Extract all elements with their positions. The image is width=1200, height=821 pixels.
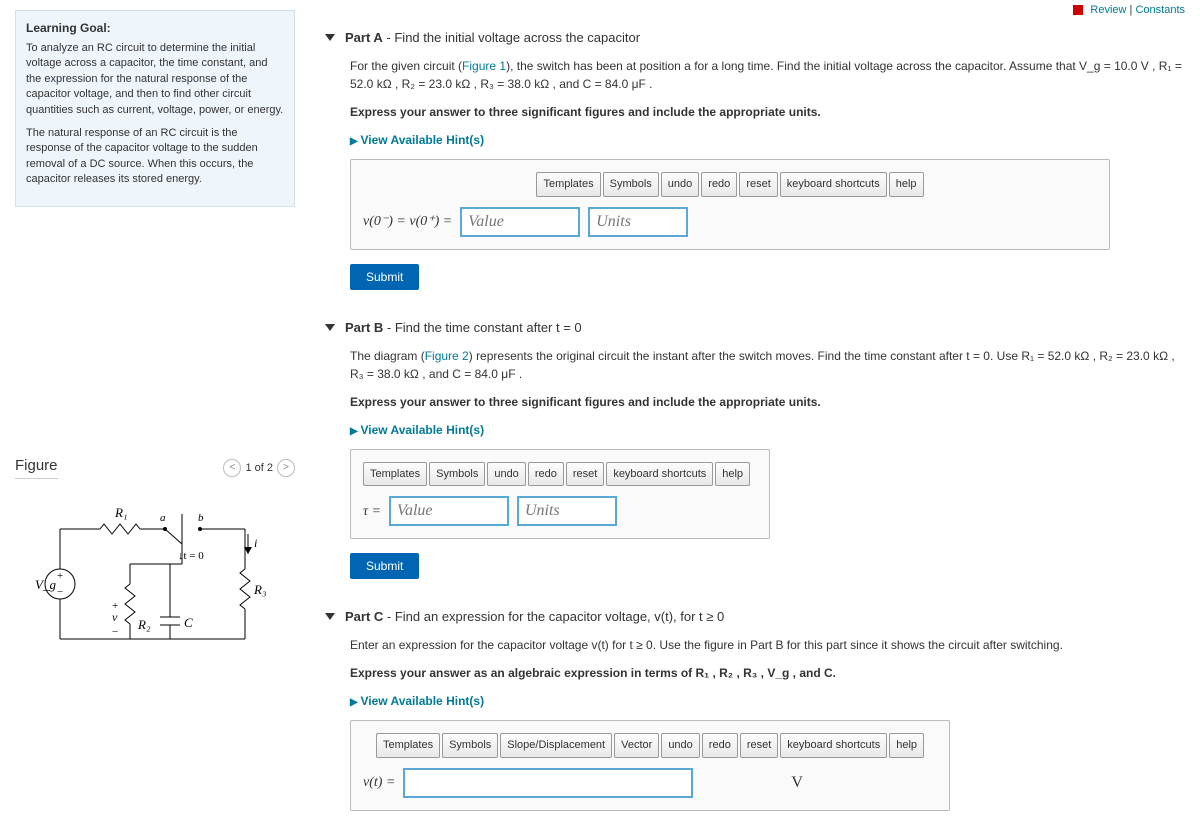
figure-title: Figure — [15, 457, 58, 479]
label-r2: R₂ — [137, 617, 151, 632]
tb-kbd-c[interactable]: keyboard shortcuts — [780, 733, 887, 758]
part-a-title: Part A - Find the initial voltage across… — [345, 30, 640, 45]
tb-help-b[interactable]: help — [715, 462, 750, 487]
part-a-eq: v(0⁻) = v(0⁺) = — [363, 211, 452, 232]
part-c-eq: v(t) = — [363, 772, 395, 793]
tb-redo-b[interactable]: redo — [528, 462, 564, 487]
figure-prev-button[interactable]: < — [223, 459, 241, 477]
part-c: Part C - Find an expression for the capa… — [325, 609, 1185, 811]
part-c-express: Express your answer as an algebraic expr… — [350, 666, 836, 680]
review-link[interactable]: Review — [1090, 4, 1126, 16]
learning-goal-p1: To analyze an RC circuit to determine th… — [26, 41, 284, 118]
part-b-prompt: The diagram (Figure 2) represents the or… — [350, 347, 1185, 383]
tb-undo-b[interactable]: undo — [487, 462, 525, 487]
tb-templates[interactable]: Templates — [536, 172, 600, 197]
label-vg: V_g — [35, 577, 56, 592]
part-a-answer-box: Templates Symbols undo redo reset keyboa… — [350, 159, 1110, 250]
tb-reset[interactable]: reset — [739, 172, 777, 197]
part-c-title: Part C - Find an expression for the capa… — [345, 609, 724, 624]
tb-kbd[interactable]: keyboard shortcuts — [780, 172, 887, 197]
part-a-toggle[interactable] — [325, 34, 335, 41]
learning-goal-box: Learning Goal: To analyze an RC circuit … — [15, 10, 295, 207]
tb-redo[interactable]: redo — [701, 172, 737, 197]
part-b-title: Part B - Find the time constant after t … — [345, 320, 582, 335]
circuit-diagram: R₁ a b ↓t = 0 i — [15, 499, 295, 669]
part-c-unit: V — [791, 771, 803, 795]
part-b-toggle[interactable] — [325, 324, 335, 331]
svg-text:−: − — [57, 586, 63, 598]
part-c-value-input[interactable] — [403, 768, 693, 798]
part-b-answer-box: Templates Symbols undo redo reset keyboa… — [350, 449, 770, 540]
svg-text:−: − — [112, 626, 118, 638]
part-a-units-input[interactable] — [588, 207, 688, 237]
part-a: Part A - Find the initial voltage across… — [325, 30, 1185, 290]
svg-text:+: + — [57, 570, 63, 582]
label-a: a — [160, 512, 166, 524]
part-c-hints[interactable]: View Available Hint(s) — [350, 694, 484, 708]
tb-templates-c[interactable]: Templates — [376, 733, 440, 758]
part-b-hints[interactable]: View Available Hint(s) — [350, 423, 484, 437]
part-b-units-input[interactable] — [517, 496, 617, 526]
tb-undo[interactable]: undo — [661, 172, 699, 197]
label-r1: R₁ — [114, 505, 127, 520]
label-v: v — [112, 610, 118, 624]
constants-link[interactable]: Constants — [1135, 4, 1185, 16]
figure-2-link[interactable]: Figure 2 — [425, 349, 469, 363]
figure-1-link[interactable]: Figure 1 — [462, 59, 506, 73]
tb-symbols-b[interactable]: Symbols — [429, 462, 485, 487]
figure-counter: 1 of 2 — [245, 462, 273, 474]
label-c: C — [184, 615, 193, 630]
top-links: Review | Constants — [1073, 4, 1185, 16]
label-r3: R₃ — [253, 582, 266, 597]
part-b-value-input[interactable] — [389, 496, 509, 526]
part-b-eq: τ = — [363, 501, 381, 522]
part-b-submit[interactable]: Submit — [350, 553, 419, 579]
part-c-answer-box: Templates Symbols Slope/Displacement Vec… — [350, 720, 950, 811]
part-a-prompt: For the given circuit (Figure 1), the sw… — [350, 57, 1185, 93]
part-a-express: Express your answer to three significant… — [350, 105, 821, 119]
figure-next-button[interactable]: > — [277, 459, 295, 477]
tb-slope-c[interactable]: Slope/Displacement — [500, 733, 612, 758]
tb-reset-b[interactable]: reset — [566, 462, 604, 487]
part-c-toggle[interactable] — [325, 613, 335, 620]
part-a-submit[interactable]: Submit — [350, 264, 419, 290]
part-a-value-input[interactable] — [460, 207, 580, 237]
tb-templates-b[interactable]: Templates — [363, 462, 427, 487]
part-b-express: Express your answer to three significant… — [350, 395, 821, 409]
flag-icon — [1073, 5, 1083, 15]
learning-goal-heading: Learning Goal: — [26, 21, 284, 35]
tb-help-c[interactable]: help — [889, 733, 924, 758]
label-b: b — [198, 512, 204, 524]
tb-undo-c[interactable]: undo — [661, 733, 699, 758]
figure-section: Figure < 1 of 2 > R₁ — [15, 457, 295, 669]
tb-vector-c[interactable]: Vector — [614, 733, 659, 758]
part-a-hints[interactable]: View Available Hint(s) — [350, 133, 484, 147]
part-c-prompt: Enter an expression for the capacitor vo… — [350, 636, 1185, 654]
tb-help[interactable]: help — [889, 172, 924, 197]
tb-symbols-c[interactable]: Symbols — [442, 733, 498, 758]
tb-kbd-b[interactable]: keyboard shortcuts — [606, 462, 713, 487]
label-i: i — [254, 536, 257, 550]
learning-goal-p2: The natural response of an RC circuit is… — [26, 126, 284, 188]
part-b: Part B - Find the time constant after t … — [325, 320, 1185, 580]
tb-reset-c[interactable]: reset — [740, 733, 778, 758]
tb-symbols[interactable]: Symbols — [603, 172, 659, 197]
tb-redo-c[interactable]: redo — [702, 733, 738, 758]
